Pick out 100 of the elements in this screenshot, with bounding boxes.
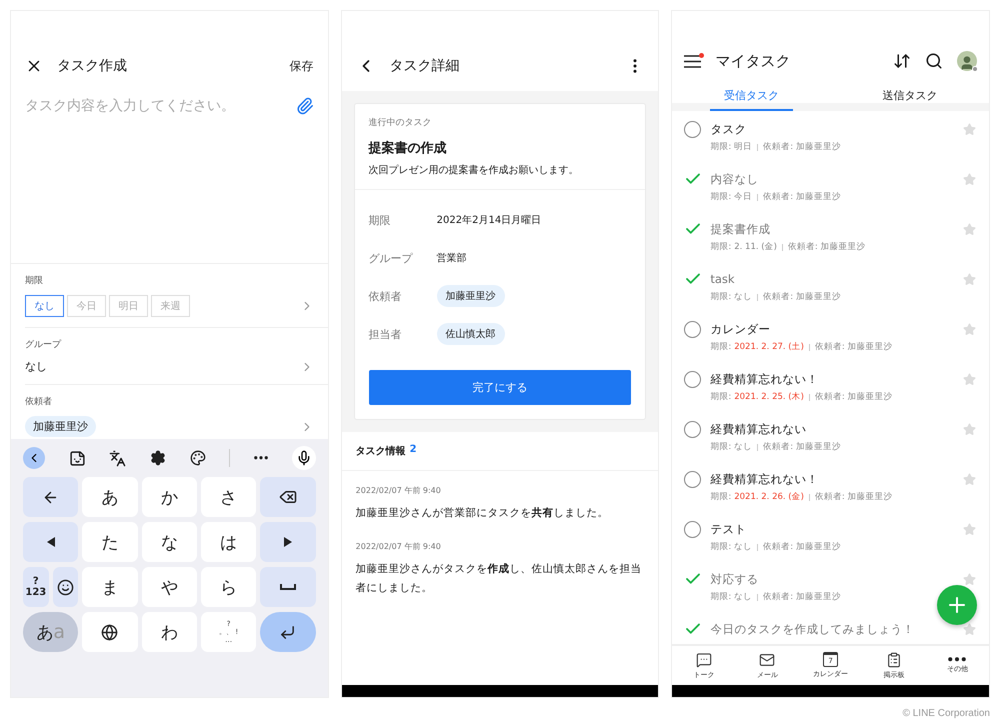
task-title[interactable]: カレンダー — [710, 322, 770, 336]
task-title[interactable]: タスク — [710, 122, 746, 136]
task-title[interactable]: 内容なし — [710, 172, 758, 186]
kana-key[interactable]: ら — [201, 567, 256, 607]
symbols-key[interactable]: ?123 — [23, 567, 49, 607]
star-icon[interactable] — [963, 322, 976, 336]
task-description: 次回プレゼン用の提案書を作成お願いします。 — [368, 164, 580, 177]
enter-icon — [279, 624, 296, 640]
due-label: 期限: — [710, 491, 732, 503]
paperclip-icon[interactable] — [296, 97, 314, 115]
star-icon[interactable] — [963, 572, 976, 586]
timestamp: 2022/02/07 午前 9:40 — [356, 540, 442, 552]
field-label: 期限 — [25, 274, 44, 287]
person-chip[interactable]: 加藤亜里沙 — [25, 416, 96, 437]
due-date: なし — [734, 441, 752, 453]
kana-key[interactable]: ま — [82, 567, 138, 607]
checkbox-circle[interactable] — [684, 370, 702, 388]
kana-key[interactable]: は — [201, 522, 256, 562]
star-icon[interactable] — [963, 472, 976, 486]
translate-icon[interactable] — [109, 450, 126, 466]
copyright: © LINE Corporation — [902, 708, 990, 719]
sticker-icon[interactable] — [68, 450, 86, 466]
field-value: 営業部 — [436, 252, 467, 265]
undo-key[interactable] — [23, 477, 78, 517]
complete-button[interactable]: 完了にする — [368, 370, 632, 405]
microphone-button[interactable] — [292, 446, 316, 470]
tab[interactable]: 受信タスク — [710, 81, 794, 111]
person-chip[interactable]: 佐山慎太郎 — [436, 323, 505, 345]
due-date: 2021. 2. 27. (土) — [734, 341, 804, 353]
requester-text: 依頼者: 加藤亜里沙 — [814, 341, 892, 353]
checkbox-circle[interactable] — [684, 470, 702, 488]
due-label: 期限: — [710, 341, 732, 353]
screen-title: タスク作成 — [57, 57, 128, 75]
sort-icon[interactable] — [893, 52, 912, 70]
task-title[interactable]: 経費精算忘れない — [710, 422, 806, 436]
palette-icon[interactable] — [190, 450, 206, 466]
star-icon[interactable] — [963, 272, 976, 286]
mode-key[interactable]: あa — [23, 612, 78, 652]
due-label: 期限: — [710, 141, 732, 153]
kana-key[interactable]: な — [142, 522, 197, 562]
star-icon[interactable] — [963, 422, 976, 436]
due-label: 期限: — [710, 291, 732, 303]
left-triangle-icon — [46, 537, 55, 547]
task-title[interactable]: テスト — [710, 522, 746, 536]
add-button[interactable] — [937, 585, 978, 625]
search-icon[interactable] — [925, 52, 944, 70]
kana-key[interactable]: か — [142, 477, 197, 517]
checkbox-circle[interactable] — [684, 120, 702, 138]
task-title[interactable]: 経費精算忘れない！ — [710, 472, 818, 486]
star-icon[interactable] — [963, 622, 976, 636]
task-title[interactable]: 今日のタスクを作成してみましょう！ — [710, 622, 914, 636]
microphone-icon — [296, 450, 312, 466]
task-title[interactable]: 提案書作成 — [710, 222, 770, 236]
backspace-icon — [278, 488, 297, 506]
task-status: 進行中のタスク — [368, 116, 433, 129]
timestamp: 2022/02/07 午前 9:40 — [356, 485, 442, 496]
save-button[interactable]: 保存 — [290, 58, 314, 74]
due-label: 期限: — [710, 391, 732, 403]
requester-text: 依頼者: 加藤亜里沙 — [763, 291, 841, 303]
space-icon — [280, 583, 296, 591]
screen-title: タスク詳細 — [390, 57, 461, 75]
right-triangle-icon — [284, 537, 292, 547]
kana-key[interactable]: わ — [142, 612, 197, 652]
emoji-key[interactable] — [52, 567, 78, 607]
star-icon[interactable] — [963, 172, 976, 186]
requester-text: 依頼者: 加藤亜里沙 — [788, 241, 866, 253]
screen-title: マイタスク — [715, 52, 792, 70]
task-title[interactable]: task — [710, 272, 735, 286]
person-chip[interactable]: 加藤亜里沙 — [436, 285, 505, 307]
avatar[interactable] — [957, 51, 978, 71]
due-label: 期限: — [710, 541, 732, 553]
requester-text: 依頼者: 加藤亜里沙 — [814, 491, 892, 503]
enter-key[interactable] — [260, 612, 316, 652]
star-icon[interactable] — [963, 122, 976, 136]
task-title[interactable]: 経費精算忘れない！ — [710, 372, 818, 386]
menu-icon[interactable] — [684, 54, 702, 68]
requester-text: 依頼者: 加藤亜里沙 — [763, 541, 841, 553]
settings-icon[interactable] — [150, 450, 166, 466]
star-icon[interactable] — [963, 222, 976, 236]
due-date: なし — [734, 591, 752, 603]
kana-key[interactable]: や — [142, 567, 197, 607]
more-icon — [948, 657, 966, 662]
deadline-option[interactable]: なし — [25, 295, 64, 317]
more-icon[interactable] — [254, 456, 268, 460]
task-title[interactable]: 対応する — [710, 572, 758, 586]
star-icon[interactable] — [963, 372, 976, 386]
due-date: なし — [734, 541, 752, 553]
tab[interactable]: 送信タスク — [868, 81, 952, 111]
checkbox-circle[interactable] — [684, 320, 702, 338]
star-icon[interactable] — [963, 522, 976, 536]
globe-key[interactable] — [82, 612, 138, 652]
kana-key[interactable]: さ — [201, 477, 256, 517]
checkbox-circle[interactable] — [684, 520, 702, 538]
kana-key[interactable]: た — [82, 522, 138, 562]
due-date: 2021. 2. 26. (金) — [734, 491, 804, 503]
checkbox-circle[interactable] — [684, 420, 702, 438]
space-key[interactable] — [260, 567, 316, 607]
keyboard-back-button[interactable] — [23, 447, 45, 469]
kana-key[interactable]: あ — [82, 477, 138, 517]
backspace-key[interactable] — [260, 477, 316, 517]
